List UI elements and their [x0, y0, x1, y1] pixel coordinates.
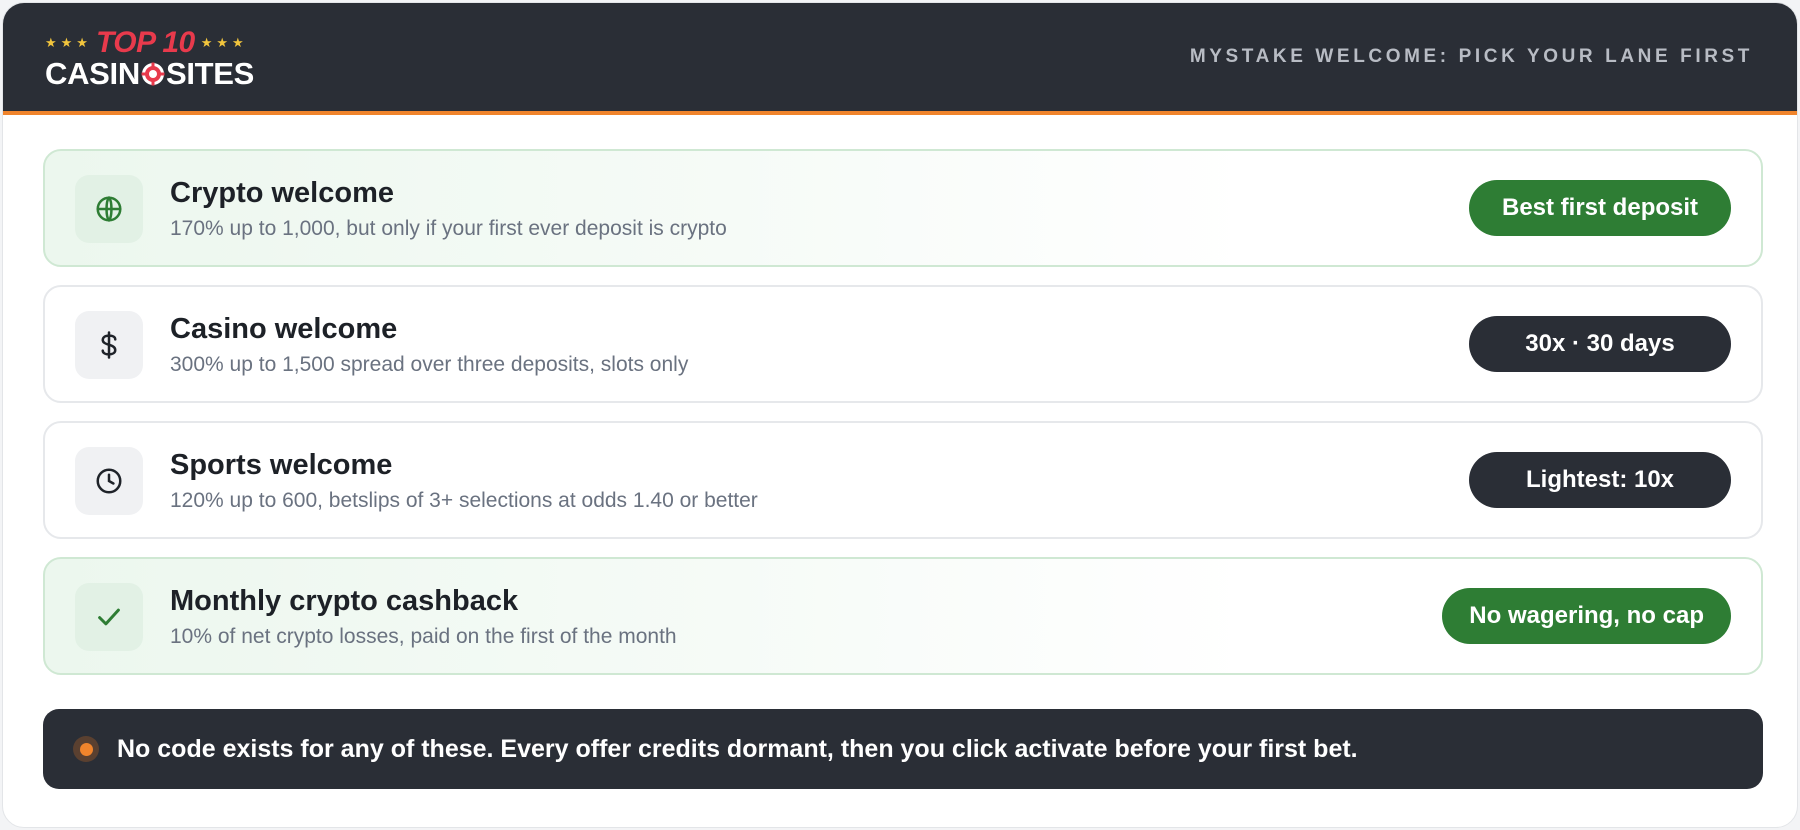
offer-icon-box [75, 311, 143, 379]
offer-description: 300% up to 1,500 spread over three depos… [170, 353, 689, 376]
notice-text: No code exists for any of these. Every o… [117, 734, 1358, 763]
offer-badge: Lightest: 10x [1469, 452, 1731, 508]
offer-sports-welcome[interactable]: Sports welcome 120% up to 600, betslips … [43, 421, 1763, 539]
offers-card: ★★★ TOP 10 ★★★ CASIN SITES MYSTAKE WELCO… [2, 2, 1798, 828]
offer-badge: No wagering, no cap [1442, 588, 1731, 644]
logo-top-row: ★★★ TOP 10 ★★★ [45, 26, 275, 59]
offer-description: 10% of net crypto losses, paid on the fi… [170, 625, 677, 648]
offer-title: Crypto welcome [170, 177, 394, 209]
offer-icon-box [75, 583, 143, 651]
offer-description: 120% up to 600, betslips of 3+ selection… [170, 489, 758, 512]
check-icon [98, 608, 120, 626]
offer-description: 170% up to 1,000, but only if your first… [170, 217, 727, 240]
stars-left: ★★★ [45, 35, 92, 50]
clock-icon [96, 468, 122, 494]
logo-sites-text: SITES [165, 56, 255, 91]
currency-icon [101, 331, 117, 359]
globe-icon [96, 195, 122, 223]
offer-title: Sports welcome [170, 449, 393, 481]
offer-icon-box [75, 447, 143, 515]
header: ★★★ TOP 10 ★★★ CASIN SITES MYSTAKE WELCO… [3, 3, 1797, 115]
offer-badge: 30x · 30 days [1469, 316, 1731, 372]
stars-right: ★★★ [200, 35, 248, 50]
offer-list: Crypto welcome 170% up to 1,000, but onl… [43, 149, 1763, 693]
offer-crypto-welcome[interactable]: Crypto welcome 170% up to 1,000, but onl… [43, 149, 1763, 267]
page-title: MYSTAKE WELCOME: PICK YOUR LANE FIRST [1189, 46, 1753, 67]
offer-title: Monthly crypto cashback [170, 585, 519, 617]
offer-monthly-crypto-cashback[interactable]: Monthly crypto cashback 10% of net crypt… [43, 557, 1763, 675]
notice-dot-icon [73, 736, 99, 762]
activation-notice: No code exists for any of these. Every o… [43, 709, 1763, 789]
casino-chip-icon [141, 62, 165, 86]
top10-casino-sites-logo[interactable]: ★★★ TOP 10 ★★★ CASIN SITES [45, 26, 275, 91]
offer-badge: Best first deposit [1469, 180, 1731, 236]
logo-bottom-row: CASIN SITES [45, 56, 275, 91]
offer-icon-box [75, 175, 143, 243]
logo-top10-text: TOP 10 [95, 26, 195, 59]
offer-casino-welcome[interactable]: Casino welcome 300% up to 1,500 spread o… [43, 285, 1763, 403]
offer-title: Casino welcome [170, 313, 398, 345]
logo-casin-text: CASIN [45, 56, 140, 91]
